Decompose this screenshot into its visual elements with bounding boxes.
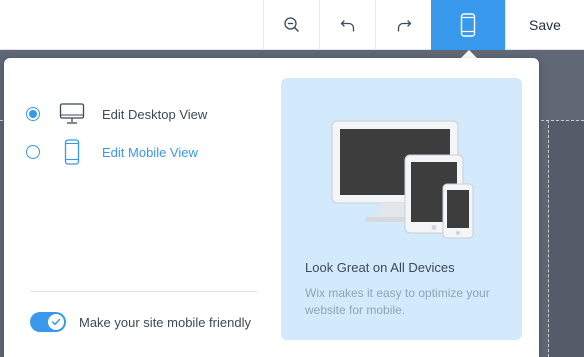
- edit-mobile-view-option[interactable]: Edit Mobile View: [26, 138, 198, 166]
- desktop-monitor-icon: [58, 100, 86, 128]
- mobile-friendly-toggle[interactable]: [30, 312, 66, 332]
- radio-selected-dot: [29, 110, 37, 118]
- top-toolbar: Save: [0, 0, 584, 50]
- popup-caret: [461, 50, 477, 58]
- view-switcher-popup: Edit Desktop View Edit Mobile View Make …: [4, 58, 539, 357]
- edit-mobile-view-label: Edit Mobile View: [102, 144, 198, 160]
- checkmark-icon: [51, 318, 61, 326]
- mobile-friendly-label: Make your site mobile friendly: [79, 314, 251, 330]
- devices-illustration: [331, 120, 474, 239]
- mobile-phone-icon: [58, 138, 86, 166]
- mobile-radio[interactable]: [26, 145, 40, 159]
- zoom-out-button[interactable]: [263, 0, 319, 50]
- page-edge-strip: [549, 121, 584, 357]
- redo-button[interactable]: [375, 0, 431, 50]
- redo-icon: [397, 20, 411, 32]
- mobile-friendly-row: Make your site mobile friendly: [30, 312, 251, 332]
- save-button[interactable]: Save: [505, 0, 584, 50]
- mobile-phone-icon: [460, 13, 476, 37]
- edit-desktop-view-option[interactable]: Edit Desktop View: [26, 100, 207, 128]
- info-title: Look Great on All Devices: [305, 260, 455, 275]
- info-card: Look Great on All Devices Wix makes it e…: [281, 78, 522, 340]
- desktop-radio[interactable]: [26, 107, 40, 121]
- divider: [30, 291, 257, 292]
- toggle-knob: [48, 314, 64, 330]
- undo-icon: [340, 20, 354, 32]
- undo-button[interactable]: [319, 0, 375, 50]
- zoom-out-icon: [283, 17, 299, 32]
- info-description: Wix makes it easy to optimize your websi…: [305, 286, 490, 317]
- mobile-view-button[interactable]: [431, 0, 505, 50]
- edit-desktop-view-label: Edit Desktop View: [102, 106, 208, 122]
